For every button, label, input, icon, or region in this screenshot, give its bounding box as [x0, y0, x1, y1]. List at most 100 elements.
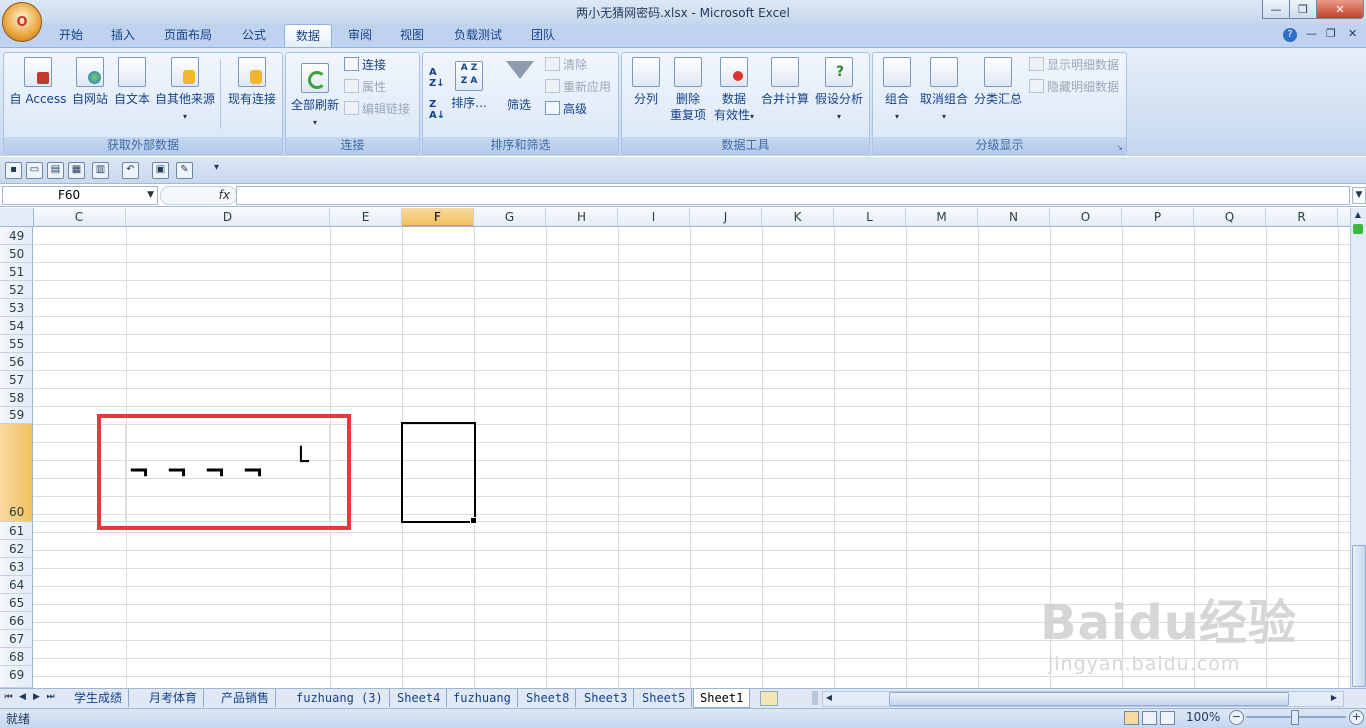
- subtotal-button[interactable]: 分类汇总: [971, 57, 1025, 107]
- show-detail-button[interactable]: 显示明细数据: [1029, 56, 1119, 74]
- from-text-button[interactable]: 自文本: [110, 57, 154, 107]
- row-header-53[interactable]: 53: [0, 299, 33, 317]
- zoom-slider-thumb[interactable]: [1291, 710, 1299, 725]
- row-header-62[interactable]: 62: [0, 540, 33, 558]
- sheet-tab[interactable]: 产品销售: [215, 689, 277, 707]
- ribbon-restore-icon[interactable]: ❐: [1326, 27, 1336, 40]
- group-button[interactable]: 组合 ▾: [879, 57, 915, 125]
- expand-formula-bar-icon[interactable]: ▼: [1352, 187, 1366, 204]
- first-sheet-icon[interactable]: ⏮: [4, 691, 13, 704]
- split-box[interactable]: [1353, 224, 1363, 234]
- column-header-m[interactable]: M: [906, 208, 978, 226]
- formula-input[interactable]: [236, 186, 1350, 205]
- row-header-59[interactable]: 59: [0, 407, 33, 424]
- row-header-55[interactable]: 55: [0, 335, 33, 353]
- connections-button[interactable]: 连接: [344, 56, 386, 74]
- scroll-left-icon[interactable]: ◀: [823, 692, 835, 704]
- next-sheet-icon[interactable]: ▶: [32, 691, 41, 704]
- select-all-button[interactable]: [0, 208, 34, 227]
- workbook-close-icon[interactable]: ✕: [1348, 27, 1357, 40]
- row-header-66[interactable]: 66: [0, 612, 33, 630]
- insert-function-button[interactable]: fx: [160, 186, 237, 205]
- tab-split-handle[interactable]: [812, 691, 818, 705]
- zoom-level[interactable]: 100%: [1186, 710, 1220, 724]
- row-header-56[interactable]: 56: [0, 353, 33, 371]
- column-header-i[interactable]: I: [618, 208, 690, 226]
- row-header-60[interactable]: 60: [0, 424, 33, 522]
- column-header-f[interactable]: F: [402, 208, 474, 226]
- name-box-dropdown-icon[interactable]: ▼: [147, 187, 154, 204]
- row-header-54[interactable]: 54: [0, 317, 33, 335]
- column-header-c[interactable]: C: [33, 208, 126, 226]
- column-header-n[interactable]: N: [978, 208, 1050, 226]
- row-header-52[interactable]: 52: [0, 281, 33, 299]
- sheet-tab-active[interactable]: Sheet1: [693, 689, 751, 708]
- restore-button[interactable]: ❐: [1289, 0, 1317, 19]
- row-header-69[interactable]: 69: [0, 666, 33, 688]
- reapply-button[interactable]: 重新应用: [545, 78, 611, 96]
- tab-load-test[interactable]: 负载测试: [444, 24, 512, 47]
- what-if-analysis-button[interactable]: ? 假设分析 ▾: [812, 57, 866, 125]
- advanced-filter-button[interactable]: 高级: [545, 100, 587, 118]
- existing-connections-button[interactable]: 现有连接: [224, 57, 280, 107]
- undo-icon[interactable]: ↶: [122, 162, 139, 179]
- row-header-51[interactable]: 51: [0, 263, 33, 281]
- minimize-button[interactable]: —: [1262, 0, 1290, 19]
- column-header-r[interactable]: R: [1266, 208, 1338, 226]
- column-header-q[interactable]: Q: [1194, 208, 1266, 226]
- open-folder-icon[interactable]: ▭: [26, 162, 43, 179]
- format-painter-icon[interactable]: ▦: [68, 162, 85, 179]
- tab-formulas[interactable]: 公式: [230, 24, 278, 47]
- column-header-o[interactable]: O: [1050, 208, 1122, 226]
- save-icon[interactable]: ▪: [5, 162, 22, 179]
- sheet-tab[interactable]: fuzhuang: [447, 689, 518, 707]
- ribbon-minimize-icon[interactable]: —: [1306, 27, 1317, 40]
- row-header-50[interactable]: 50: [0, 245, 33, 263]
- column-header-l[interactable]: L: [834, 208, 906, 226]
- zoom-in-icon[interactable]: +: [1349, 710, 1364, 725]
- sort-button[interactable]: A ZZ A 排序...: [449, 61, 489, 111]
- sheet-tab[interactable]: 月考体育: [143, 689, 205, 707]
- properties-button[interactable]: 属性: [344, 78, 386, 96]
- horizontal-scroll-thumb[interactable]: [889, 692, 1289, 706]
- sheet-tab[interactable]: Sheet4: [391, 689, 448, 707]
- borders-icon[interactable]: ▥: [92, 162, 109, 179]
- ungroup-button[interactable]: 取消组合 ▾: [917, 57, 971, 125]
- row-header-63[interactable]: 63: [0, 558, 33, 576]
- from-web-button[interactable]: 自网站: [68, 57, 112, 107]
- sort-descending-icon[interactable]: Z A↓: [429, 99, 445, 121]
- page-layout-view-icon[interactable]: [1142, 711, 1157, 725]
- edit-links-button[interactable]: 编辑链接: [344, 100, 410, 118]
- tab-home[interactable]: 开始: [46, 24, 96, 47]
- row-header-68[interactable]: 68: [0, 648, 33, 666]
- normal-view-icon[interactable]: [1124, 711, 1139, 725]
- prev-sheet-icon[interactable]: ◀: [18, 691, 27, 704]
- office-button[interactable]: O: [2, 2, 42, 42]
- vertical-scroll-thumb[interactable]: [1352, 545, 1366, 687]
- column-header-d[interactable]: D: [126, 208, 330, 226]
- scroll-up-icon[interactable]: ▲: [1352, 209, 1364, 221]
- from-other-sources-button[interactable]: 自其他来源 ▾: [152, 57, 218, 125]
- last-sheet-icon[interactable]: ⏭: [46, 691, 55, 704]
- chart-icon[interactable]: ▣: [152, 162, 169, 179]
- row-header-67[interactable]: 67: [0, 630, 33, 648]
- zoom-out-icon[interactable]: −: [1229, 710, 1244, 725]
- insert-sheet-icon[interactable]: [760, 691, 778, 706]
- sheet-tab[interactable]: Sheet3: [578, 689, 635, 707]
- row-header-49[interactable]: 49: [0, 227, 33, 245]
- filter-button[interactable]: 筛选: [499, 61, 539, 113]
- tab-page-layout[interactable]: 页面布局: [152, 24, 224, 47]
- from-access-button[interactable]: 自 Access: [8, 57, 68, 107]
- row-header-65[interactable]: 65: [0, 594, 33, 612]
- sheet-tab[interactable]: Sheet8: [520, 689, 577, 707]
- tab-data[interactable]: 数据: [284, 24, 332, 48]
- dialog-launcher-icon[interactable]: ↘: [1116, 143, 1123, 152]
- close-button[interactable]: ✕: [1316, 0, 1364, 19]
- tab-view[interactable]: 视图: [388, 24, 436, 47]
- row-header-57[interactable]: 57: [0, 371, 33, 389]
- column-header-p[interactable]: P: [1122, 208, 1194, 226]
- sheet-tab[interactable]: Sheet5: [636, 689, 693, 707]
- data-validation-button[interactable]: 数据 有效性▾: [710, 57, 758, 125]
- clear-filter-button[interactable]: 清除: [545, 56, 587, 74]
- draw-icon[interactable]: ✎: [176, 162, 193, 179]
